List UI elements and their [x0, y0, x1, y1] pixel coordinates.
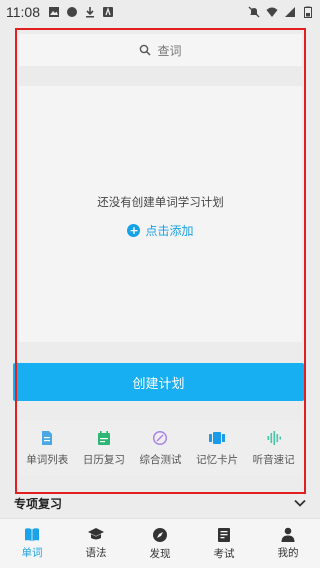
nav-exam[interactable]: 考试: [192, 519, 256, 568]
test-icon: [153, 430, 168, 445]
tool-calendar-review[interactable]: 日历复习: [76, 430, 132, 467]
add-plan-label: 点击添加: [145, 224, 194, 238]
nav-label: 发现: [149, 547, 171, 560]
nav-label: 我的: [277, 547, 299, 559]
image-notification-icon: [49, 7, 59, 17]
create-plan-button[interactable]: 创建计划: [13, 363, 304, 401]
chevron-down-icon: [294, 499, 306, 507]
separator-strip: [19, 66, 302, 86]
circle-notification-icon: [67, 7, 77, 17]
graduation-cap-icon: [88, 528, 104, 540]
special-review-row[interactable]: 专项复习: [0, 492, 320, 514]
nav-label: 考试: [213, 547, 235, 560]
wifi-icon: [266, 7, 278, 17]
nav-me[interactable]: 我的: [256, 519, 320, 568]
book-icon: [25, 528, 39, 541]
tool-label: 日历复习: [82, 453, 125, 466]
compass-icon: [153, 527, 167, 542]
person-icon: [281, 527, 295, 542]
calendar-icon: [97, 430, 110, 445]
status-bar: 11:08: [0, 0, 320, 24]
nav-label: 语法: [85, 547, 107, 559]
tool-label: 综合测试: [139, 453, 182, 466]
download-icon: [86, 7, 94, 18]
tool-word-list[interactable]: 单词列表: [19, 430, 75, 467]
bottom-nav: 单词 语法 发现 考试 我的: [0, 518, 320, 568]
search-icon: [140, 44, 152, 56]
nav-discover[interactable]: 发现: [128, 519, 192, 568]
plus-circle-icon: +: [127, 224, 141, 237]
tool-comprehensive-test[interactable]: 综合测试: [132, 430, 188, 467]
battery-icon: [304, 6, 312, 18]
mute-icon: [248, 6, 260, 18]
tool-listen-memorize[interactable]: 听音速记: [246, 430, 302, 467]
document-icon: [42, 430, 53, 445]
add-plan-link[interactable]: + 点击添加: [19, 222, 302, 239]
signal-icon: [285, 7, 295, 17]
plan-empty-panel: 还没有创建单词学习计划 + 点击添加: [19, 86, 302, 342]
cards-icon: [209, 431, 226, 444]
tool-label: 听音速记: [252, 453, 295, 466]
special-review-title: 专项复习: [14, 496, 63, 511]
audio-wave-icon: [267, 430, 281, 445]
app-notification-icon: [103, 6, 113, 17]
nav-words[interactable]: 单词: [0, 519, 64, 568]
empty-message: 还没有创建单词学习计划: [97, 195, 224, 209]
tool-memory-cards[interactable]: 记忆卡片: [189, 430, 245, 467]
search-bar[interactable]: 查词: [19, 34, 302, 66]
search-placeholder: 查词: [157, 43, 182, 58]
tools-row: 单词列表 日历复习 综合测试 记忆卡片 听音速记: [19, 420, 302, 476]
nav-label: 单词: [21, 547, 43, 559]
status-time: 11:08: [6, 4, 40, 20]
tool-label: 单词列表: [26, 453, 69, 466]
tool-label: 记忆卡片: [196, 453, 239, 466]
nav-grammar[interactable]: 语法: [64, 519, 128, 568]
exam-paper-icon: [218, 527, 230, 542]
